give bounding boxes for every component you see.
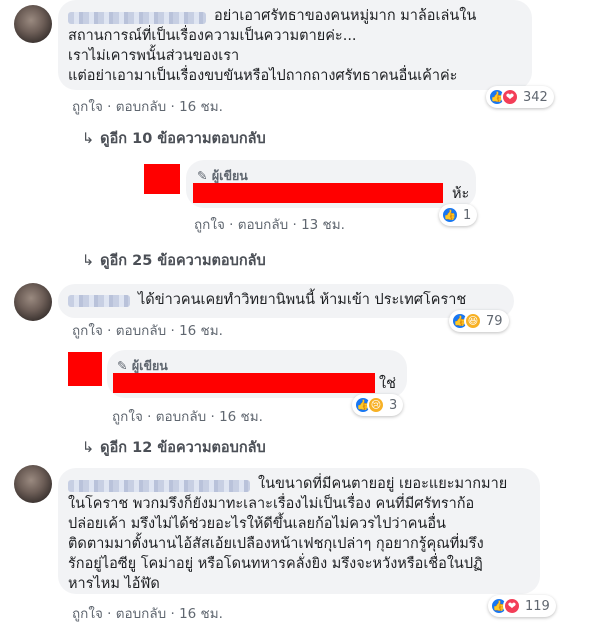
like-link[interactable]: ถูกใจ bbox=[72, 606, 103, 622]
reply-actions: ถูกใจ · ตอบกลับ · 13 ชม. bbox=[194, 217, 345, 233]
reply-link[interactable]: ตอบกลับ bbox=[116, 99, 166, 115]
commenter-name[interactable] bbox=[68, 480, 250, 492]
timestamp[interactable]: 16 ชม. bbox=[219, 409, 263, 425]
timestamp[interactable]: 16 ชม. bbox=[179, 323, 223, 339]
reaction-summary[interactable]: 👍 😆 79 bbox=[449, 310, 509, 332]
redacted-avatar bbox=[68, 352, 102, 386]
reaction-count: 342 bbox=[523, 89, 548, 105]
avatar[interactable] bbox=[14, 283, 52, 321]
comment-text-line: สถานการณ์ที่เป็นเรื่องความเป็นความตายค่ะ… bbox=[68, 28, 357, 44]
avatar[interactable] bbox=[14, 465, 52, 503]
avatar[interactable] bbox=[14, 5, 52, 43]
like-link[interactable]: ถูกใจ bbox=[112, 409, 143, 425]
comment-actions: ถูกใจ · ตอบกลับ · 16 ชม. bbox=[72, 323, 223, 339]
sad-reaction-icon: 😢 bbox=[367, 396, 385, 414]
pencil-icon: ✎ bbox=[197, 168, 208, 183]
reply-link[interactable]: ตอบกลับ bbox=[116, 606, 166, 622]
comment-text-line: แต่อย่าเอามาเป็นเรื่องขบขันหรือไปถากถางศ… bbox=[68, 68, 458, 84]
reaction-summary[interactable]: 👍 1 bbox=[439, 204, 478, 226]
redacted-text bbox=[193, 183, 443, 203]
reply-link[interactable]: ตอบกลับ bbox=[116, 323, 166, 339]
comment-text-line: ติดตามมาตั้งนานไอ้สัสเอ้ยเปลืองหน้าเฟชกุ… bbox=[68, 536, 484, 552]
comment-text-line: ในโคราช พวกมรึงก็ยังมาทะเลาะเรื่องไม่เป็… bbox=[68, 496, 475, 512]
comment-text-line: หารไหม ไอ้ฬัด bbox=[68, 576, 160, 592]
pencil-icon: ✎ bbox=[117, 358, 128, 373]
reply-arrow-icon: ↳ bbox=[82, 440, 95, 456]
reply-text: ห้ะ bbox=[452, 186, 470, 202]
comment-text-line: อย่าเอาศรัทธาของคนหมู่มาก มาล้อเล่นใน bbox=[214, 8, 477, 24]
reaction-count: 3 bbox=[389, 397, 398, 413]
comment-text-line: รักอยู่ไอซียู โคม่าอยู่ หรือโดนทหารคลั่ง… bbox=[68, 556, 483, 572]
view-more-replies[interactable]: ↳ ดูอีก 12 ข้อความตอบกลับ bbox=[82, 436, 266, 459]
reply-actions: ถูกใจ · ตอบกลับ · 16 ชม. bbox=[112, 409, 263, 425]
comment-text-line: ในขนาดที่มีคนตายอยู่ เยอะแยะมากมาย bbox=[258, 476, 508, 492]
redacted-avatar bbox=[144, 164, 180, 194]
commenter-name[interactable] bbox=[68, 12, 206, 24]
reaction-summary[interactable]: 👍 😢 3 bbox=[352, 394, 404, 416]
like-reaction-icon: 👍 bbox=[441, 206, 459, 224]
comment-text-line: ได้ข่าวคนเคยทำวิทยานิพนนี้ ห้ามเข้า ประเ… bbox=[138, 292, 467, 308]
timestamp[interactable]: 16 ชม. bbox=[179, 606, 223, 622]
timestamp[interactable]: 13 ชม. bbox=[301, 217, 345, 233]
comment-actions: ถูกใจ · ตอบกลับ · 16 ชม. bbox=[72, 99, 223, 115]
reaction-summary[interactable]: 👍 ❤ 119 bbox=[488, 595, 556, 617]
redacted-text bbox=[113, 373, 375, 393]
comment-actions: ถูกใจ · ตอบกลับ · 16 ชม. bbox=[72, 606, 223, 622]
reply-text: ใช่ bbox=[379, 376, 396, 392]
reaction-summary[interactable]: 👍 ❤ 342 bbox=[486, 86, 554, 108]
commenter-name[interactable] bbox=[68, 295, 130, 307]
reaction-count: 119 bbox=[525, 598, 550, 614]
reply-arrow-icon: ↳ bbox=[82, 131, 95, 147]
reply-link[interactable]: ตอบกลับ bbox=[156, 409, 206, 425]
like-link[interactable]: ถูกใจ bbox=[72, 99, 103, 115]
view-more-replies[interactable]: ↳ ดูอีก 25 ข้อความตอบกลับ bbox=[82, 249, 266, 272]
view-more-replies[interactable]: ↳ ดูอีก 10 ข้อความตอบกลับ bbox=[82, 127, 266, 150]
reaction-count: 79 bbox=[486, 313, 503, 329]
reaction-count: 1 bbox=[463, 207, 472, 223]
like-link[interactable]: ถูกใจ bbox=[194, 217, 225, 233]
reply-arrow-icon: ↳ bbox=[82, 253, 95, 269]
haha-reaction-icon: 😆 bbox=[464, 312, 482, 330]
love-reaction-icon: ❤ bbox=[503, 597, 521, 615]
like-link[interactable]: ถูกใจ bbox=[72, 323, 103, 339]
comment-text-line: เราไม่เคารพนั้นส่วนของเรา bbox=[68, 48, 240, 64]
reply-link[interactable]: ตอบกลับ bbox=[238, 217, 288, 233]
love-reaction-icon: ❤ bbox=[501, 88, 519, 106]
comment-text-line: ปล่อยเค้า มรึงไม่ได้ช่วยอะไรให้ดีขึ้นเลย… bbox=[68, 516, 446, 532]
timestamp[interactable]: 16 ชม. bbox=[179, 99, 223, 115]
